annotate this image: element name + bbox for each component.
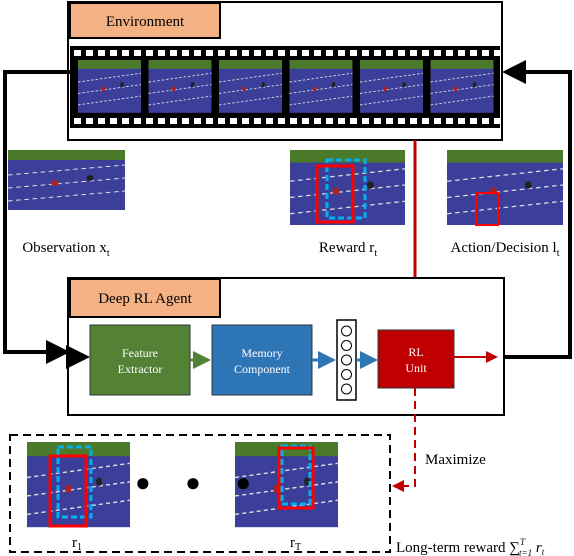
svg-text:Unit: Unit: [405, 361, 427, 375]
svg-text:Reward rt: Reward rt: [319, 240, 377, 259]
environment-frame: [77, 59, 142, 114]
memory-component: [211, 324, 313, 396]
rl-unit: [377, 329, 455, 389]
svg-text:r1: r1: [72, 535, 82, 553]
svg-text:Component: Component: [234, 362, 291, 376]
observation-label: Observation x: [22, 240, 107, 256]
action-label: Action/Decision l: [450, 240, 556, 256]
svg-text:Extractor: Extractor: [118, 362, 163, 376]
environment-frame: [148, 59, 212, 114]
environment-frame: [359, 59, 424, 114]
rl-diagram: Environment Observation xt Reward rt Act…: [3, 1, 572, 556]
svg-text:Observation xt: Observation xt: [22, 240, 110, 259]
agent-label: Deep RL Agent: [98, 291, 192, 307]
observation-image: [7, 149, 126, 211]
reward-image-first: [26, 441, 131, 528]
agent-box: Deep RL Agent Feature Extractor Memory C…: [66, 277, 505, 416]
svg-text:rT: rT: [290, 535, 301, 553]
environment-frame: [289, 59, 353, 114]
film-strip: [70, 46, 501, 128]
environment-frame: [430, 59, 494, 114]
reward-label: Reward r: [319, 240, 374, 256]
action-image: [446, 149, 564, 226]
maximize-label: Maximize: [425, 452, 486, 468]
observation-loop-arrow: [3, 70, 70, 364]
svg-text:Feature: Feature: [122, 346, 158, 360]
environment-label: Environment: [106, 14, 185, 30]
long-term-reward-label: Long-term reward ∑T t=1 rt: [396, 537, 545, 556]
svg-text:Action/Decision lt: Action/Decision lt: [450, 240, 559, 259]
ellipsis-dots: ● ● ●: [135, 468, 265, 497]
environment-box: Environment: [67, 1, 503, 141]
reward-image: [289, 149, 406, 226]
svg-text:Memory: Memory: [241, 346, 282, 360]
environment-frame: [218, 59, 283, 114]
feature-vector: [336, 319, 357, 401]
svg-text:RL: RL: [408, 345, 423, 359]
feature-extractor: [89, 324, 191, 396]
